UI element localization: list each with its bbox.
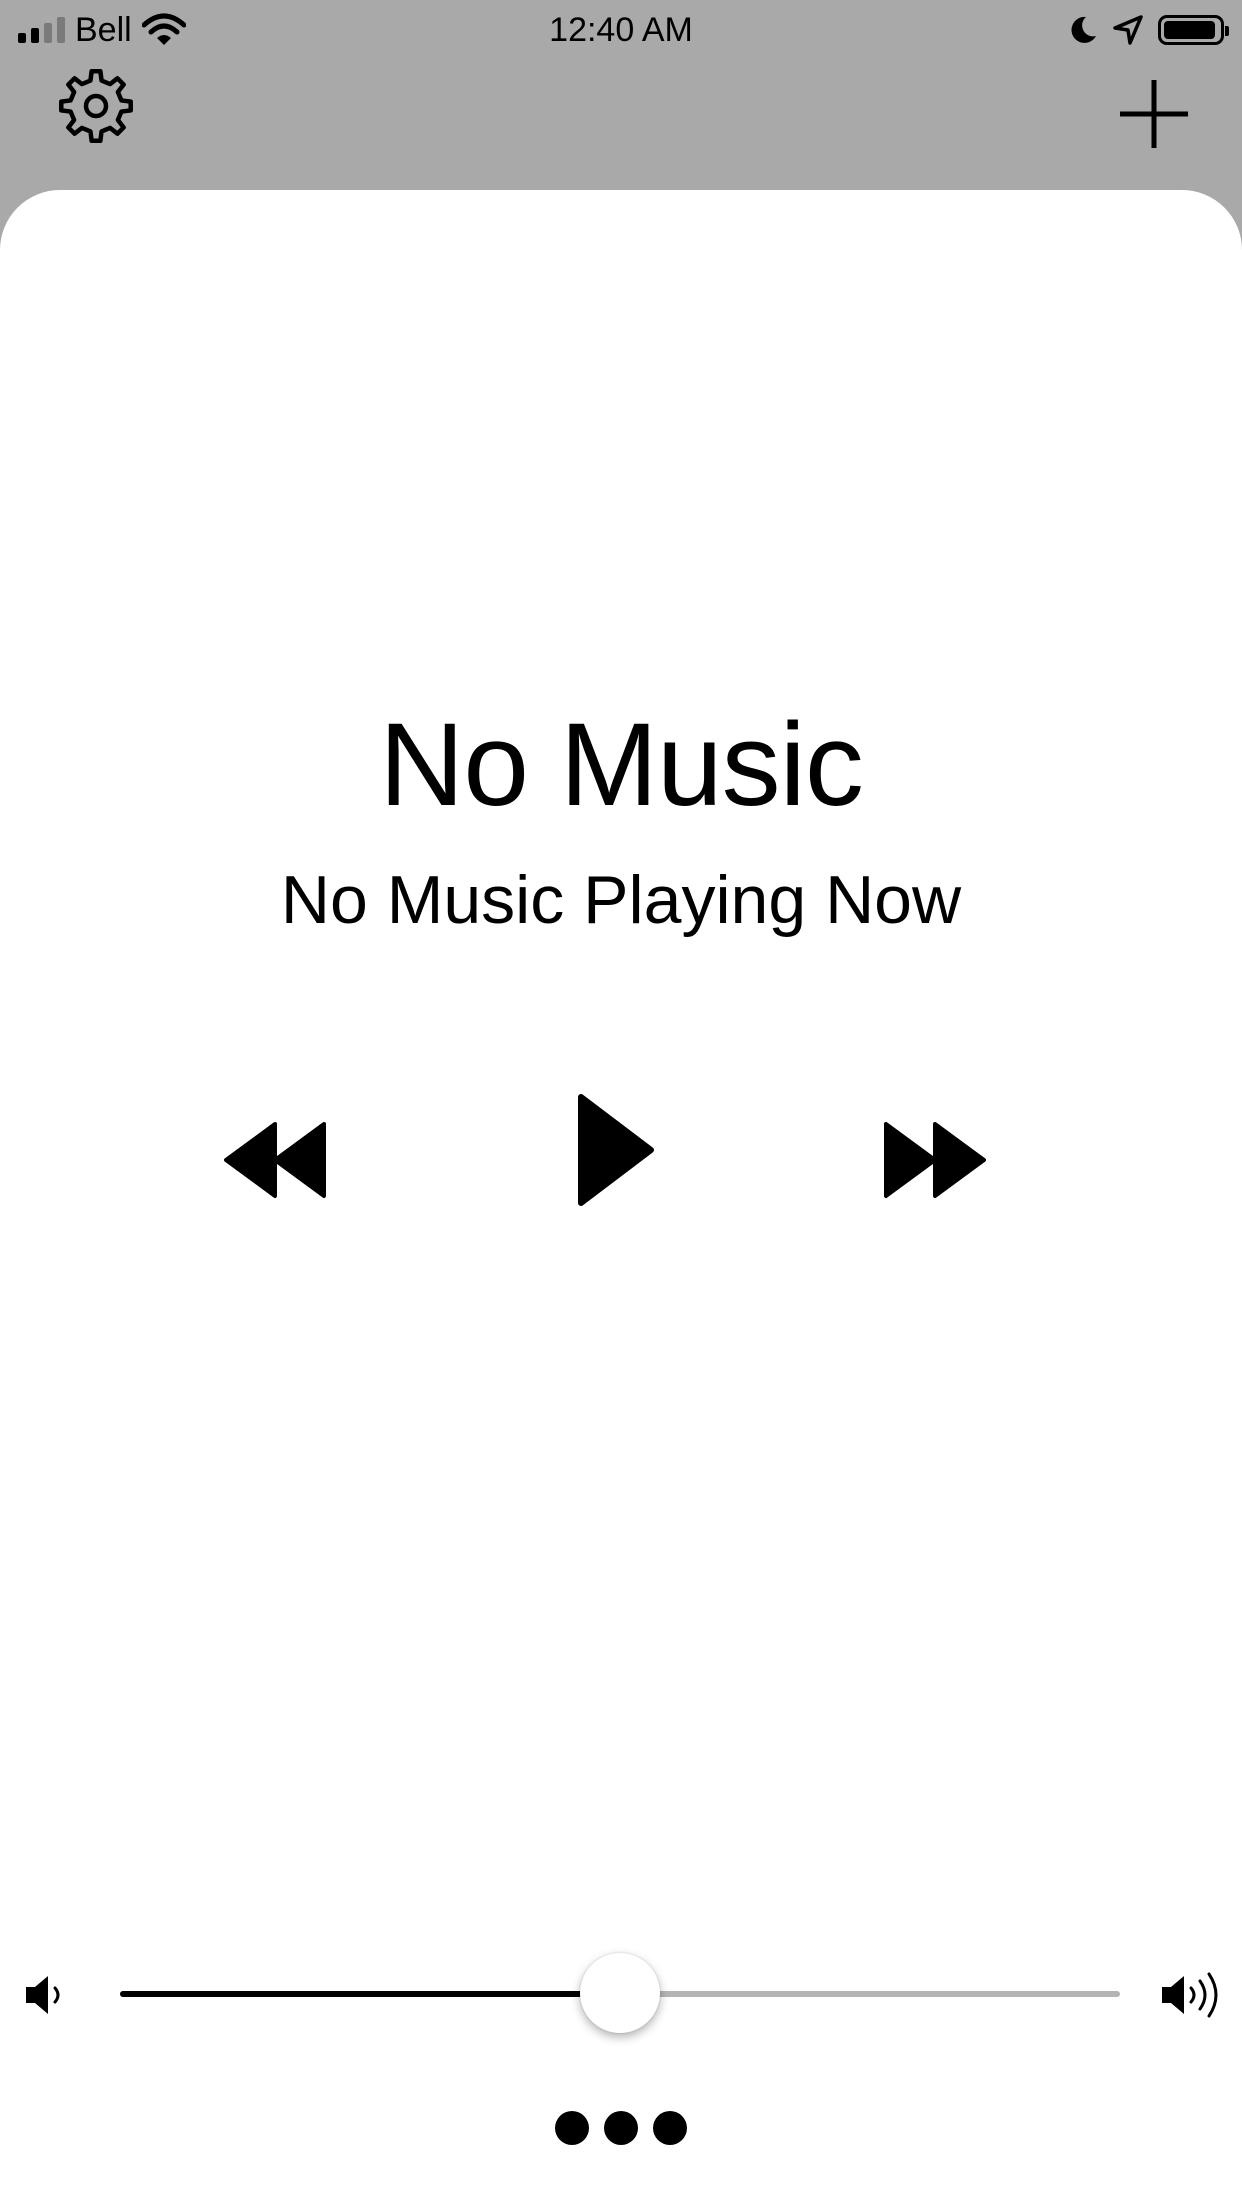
volume-track-fill	[120, 1991, 620, 1997]
volume-slider-thumb[interactable]	[580, 1953, 660, 2033]
more-dot	[653, 2111, 687, 2145]
speaker-low-icon	[26, 1976, 60, 2014]
fast-forward-icon	[884, 1122, 986, 1198]
settings-button[interactable]	[52, 62, 140, 150]
moon-icon	[1071, 16, 1096, 43]
status-bar: Bell 12:40 AM	[0, 0, 1242, 60]
track-title: No Music	[379, 699, 864, 831]
more-dot	[555, 2111, 589, 2145]
next-button[interactable]	[870, 1105, 1000, 1215]
add-button[interactable]	[1106, 66, 1202, 162]
play-icon	[578, 1094, 654, 1206]
rewind-icon	[224, 1122, 326, 1198]
previous-button[interactable]	[210, 1105, 340, 1215]
location-arrow-icon	[1113, 15, 1143, 45]
battery-icon	[1158, 15, 1229, 45]
track-subtitle: No Music Playing Now	[280, 862, 962, 938]
more-button[interactable]	[555, 2110, 687, 2146]
status-time: 12:40 AM	[549, 11, 693, 49]
speaker-high-icon	[1162, 1972, 1218, 2018]
play-button[interactable]	[560, 1080, 670, 1220]
status-right	[1068, 0, 1229, 60]
gear-icon	[59, 69, 133, 143]
plus-icon	[1120, 80, 1188, 148]
more-dot	[604, 2111, 638, 2145]
